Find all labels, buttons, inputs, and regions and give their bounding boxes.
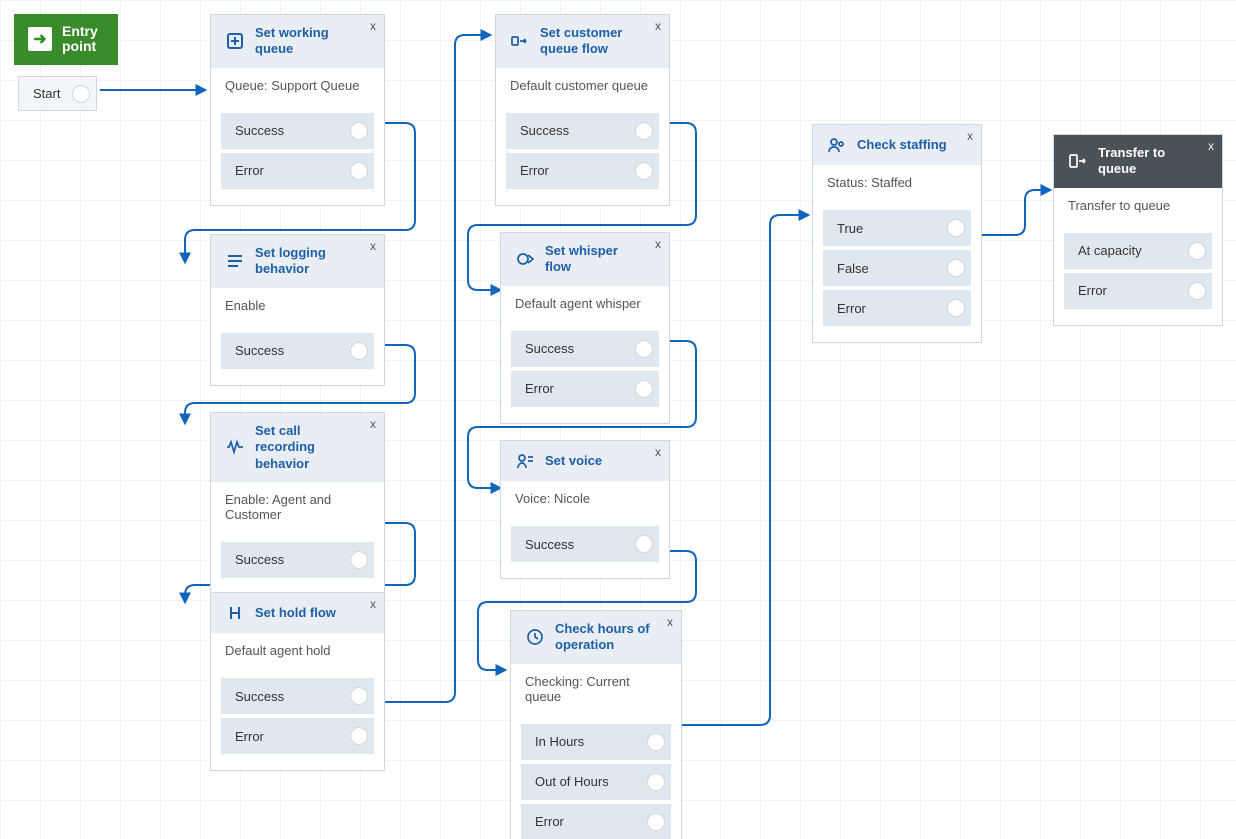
node-subtitle: Status: Staffed bbox=[813, 165, 981, 200]
output-error[interactable]: Error bbox=[823, 290, 971, 326]
output-false[interactable]: False bbox=[823, 250, 971, 286]
queue-flow-icon bbox=[510, 31, 530, 51]
node-set-hold-flow[interactable]: Set hold flow x Default agent hold Succe… bbox=[210, 592, 385, 771]
entry-icon: ➜ bbox=[28, 27, 52, 51]
node-subtitle: Default agent whisper bbox=[501, 286, 669, 321]
close-icon[interactable]: x bbox=[370, 19, 376, 34]
close-icon[interactable]: x bbox=[370, 597, 376, 612]
port[interactable] bbox=[947, 259, 965, 277]
node-subtitle: Queue: Support Queue bbox=[211, 68, 384, 103]
node-title: Set logging behavior bbox=[255, 245, 356, 278]
node-title: Transfer to queue bbox=[1098, 145, 1194, 178]
node-subtitle: Transfer to queue bbox=[1054, 188, 1222, 223]
port[interactable] bbox=[647, 733, 665, 751]
port[interactable] bbox=[1188, 282, 1206, 300]
port[interactable] bbox=[350, 162, 368, 180]
output-out-of-hours[interactable]: Out of Hours bbox=[521, 764, 671, 800]
port[interactable] bbox=[635, 122, 653, 140]
clock-check-icon bbox=[525, 627, 545, 647]
close-icon[interactable]: x bbox=[655, 445, 661, 460]
output-error[interactable]: Error bbox=[521, 804, 671, 839]
port[interactable] bbox=[947, 299, 965, 317]
node-subtitle: Voice: Nicole bbox=[501, 481, 669, 516]
node-transfer-to-queue[interactable]: Transfer to queue x Transfer to queue At… bbox=[1053, 134, 1223, 326]
node-set-voice[interactable]: Set voice x Voice: Nicole Success bbox=[500, 440, 670, 579]
output-success[interactable]: Success bbox=[221, 113, 374, 149]
node-title: Check hours of operation bbox=[555, 621, 653, 654]
output-error[interactable]: Error bbox=[221, 718, 374, 754]
port[interactable] bbox=[350, 551, 368, 569]
node-subtitle: Enable: Agent and Customer bbox=[211, 482, 384, 532]
whisper-icon bbox=[515, 249, 535, 269]
node-title: Set call recording behavior bbox=[255, 423, 356, 472]
node-set-logging-behavior[interactable]: Set logging behavior x Enable Success bbox=[210, 234, 385, 386]
output-success[interactable]: Success bbox=[511, 331, 659, 367]
recording-icon bbox=[225, 437, 245, 457]
close-icon[interactable]: x bbox=[967, 129, 973, 144]
output-success[interactable]: Success bbox=[511, 526, 659, 562]
entry-label: Entry point bbox=[62, 24, 98, 55]
port[interactable] bbox=[1188, 242, 1206, 260]
start-label: Start bbox=[33, 86, 60, 101]
port[interactable] bbox=[350, 727, 368, 745]
entry-point: ➜ Entry point bbox=[14, 14, 118, 65]
close-icon[interactable]: x bbox=[370, 417, 376, 432]
node-subtitle: Default agent hold bbox=[211, 633, 384, 668]
node-set-whisper-flow[interactable]: Set whisper flow x Default agent whisper… bbox=[500, 232, 670, 424]
output-success[interactable]: Success bbox=[221, 678, 374, 714]
output-success[interactable]: Success bbox=[506, 113, 659, 149]
output-success[interactable]: Success bbox=[221, 542, 374, 578]
node-title: Set customer queue flow bbox=[540, 25, 641, 58]
close-icon[interactable]: x bbox=[370, 239, 376, 254]
node-title: Check staffing bbox=[857, 137, 947, 153]
port[interactable] bbox=[350, 342, 368, 360]
output-true[interactable]: True bbox=[823, 210, 971, 246]
output-at-capacity[interactable]: At capacity bbox=[1064, 233, 1212, 269]
node-set-call-recording[interactable]: Set call recording behavior x Enable: Ag… bbox=[210, 412, 385, 595]
output-in-hours[interactable]: In Hours bbox=[521, 724, 671, 760]
node-title: Set hold flow bbox=[255, 605, 336, 621]
close-icon[interactable]: x bbox=[655, 237, 661, 252]
port[interactable] bbox=[635, 380, 653, 398]
port[interactable] bbox=[635, 162, 653, 180]
output-error[interactable]: Error bbox=[506, 153, 659, 189]
node-subtitle: Enable bbox=[211, 288, 384, 323]
queue-plus-icon bbox=[225, 31, 245, 51]
port[interactable] bbox=[635, 340, 653, 358]
staffing-icon bbox=[827, 135, 847, 155]
voice-icon bbox=[515, 451, 535, 471]
close-icon[interactable]: x bbox=[667, 615, 673, 630]
logging-icon bbox=[225, 251, 245, 271]
port[interactable] bbox=[647, 813, 665, 831]
port[interactable] bbox=[350, 122, 368, 140]
node-set-working-queue[interactable]: Set working queue x Queue: Support Queue… bbox=[210, 14, 385, 206]
output-error[interactable]: Error bbox=[221, 153, 374, 189]
transfer-icon bbox=[1068, 151, 1088, 171]
port[interactable] bbox=[350, 687, 368, 705]
start-node[interactable]: Start bbox=[18, 76, 97, 111]
start-port[interactable] bbox=[72, 85, 90, 103]
hold-icon bbox=[225, 603, 245, 623]
output-success[interactable]: Success bbox=[221, 333, 374, 369]
node-title: Set working queue bbox=[255, 25, 356, 58]
node-title: Set whisper flow bbox=[545, 243, 641, 276]
node-check-staffing[interactable]: Check staffing x Status: Staffed True Fa… bbox=[812, 124, 982, 343]
node-subtitle: Checking: Current queue bbox=[511, 664, 681, 714]
close-icon[interactable]: x bbox=[1208, 139, 1214, 154]
node-set-customer-queue-flow[interactable]: Set customer queue flow x Default custom… bbox=[495, 14, 670, 206]
port[interactable] bbox=[947, 219, 965, 237]
port[interactable] bbox=[647, 773, 665, 791]
node-title: Set voice bbox=[545, 453, 602, 469]
node-subtitle: Default customer queue bbox=[496, 68, 669, 103]
output-error[interactable]: Error bbox=[511, 371, 659, 407]
node-check-hours[interactable]: Check hours of operation x Checking: Cur… bbox=[510, 610, 682, 839]
output-error[interactable]: Error bbox=[1064, 273, 1212, 309]
close-icon[interactable]: x bbox=[655, 19, 661, 34]
port[interactable] bbox=[635, 535, 653, 553]
